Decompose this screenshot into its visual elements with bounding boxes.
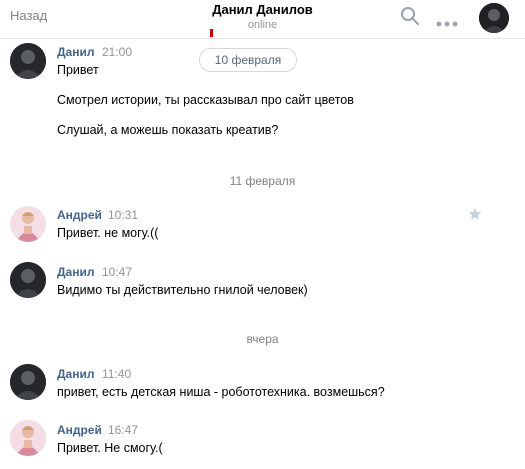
message-time: 21:00: [102, 45, 133, 59]
message-author[interactable]: Данил: [57, 45, 94, 59]
avatar[interactable]: [10, 420, 46, 456]
message-time: 10:47: [102, 265, 133, 279]
message-text: Смотрел истории, ты рассказывал про сайт…: [57, 93, 354, 107]
star-icon[interactable]: [468, 207, 482, 226]
header-avatar[interactable]: [479, 3, 509, 33]
message-text: Привет: [57, 63, 99, 77]
message-time: 11:40: [102, 367, 132, 381]
date-pill[interactable]: 10 февраля: [199, 48, 297, 72]
date-separator: вчера: [246, 332, 279, 346]
red-marker: [210, 29, 213, 37]
message-text: привет, есть детская ниша - робототехник…: [57, 385, 385, 399]
more-icon[interactable]: [436, 14, 458, 32]
message-author[interactable]: Данил: [57, 265, 94, 279]
avatar[interactable]: [10, 206, 46, 242]
date-separator: 11 февраля: [229, 174, 296, 188]
message-text: Слушай, а можешь показать креатив?: [57, 123, 279, 137]
avatar[interactable]: [10, 262, 46, 298]
avatar[interactable]: [10, 364, 46, 400]
search-icon[interactable]: [400, 6, 420, 31]
message-time: 10:31: [108, 208, 139, 222]
message-author[interactable]: Андрей: [57, 423, 102, 437]
message-time: 16:47: [108, 423, 139, 437]
message-author[interactable]: Данил: [57, 367, 94, 381]
message-text: Привет. Не смогу.(: [57, 441, 163, 455]
message-author[interactable]: Андрей: [57, 208, 102, 222]
chat-header: Назад Данил Данилов online: [0, 0, 525, 39]
avatar[interactable]: [10, 43, 46, 79]
message-text: Видимо ты действительно гнилой человек): [57, 283, 308, 297]
message-text: Привет. не могу.((: [57, 226, 159, 240]
